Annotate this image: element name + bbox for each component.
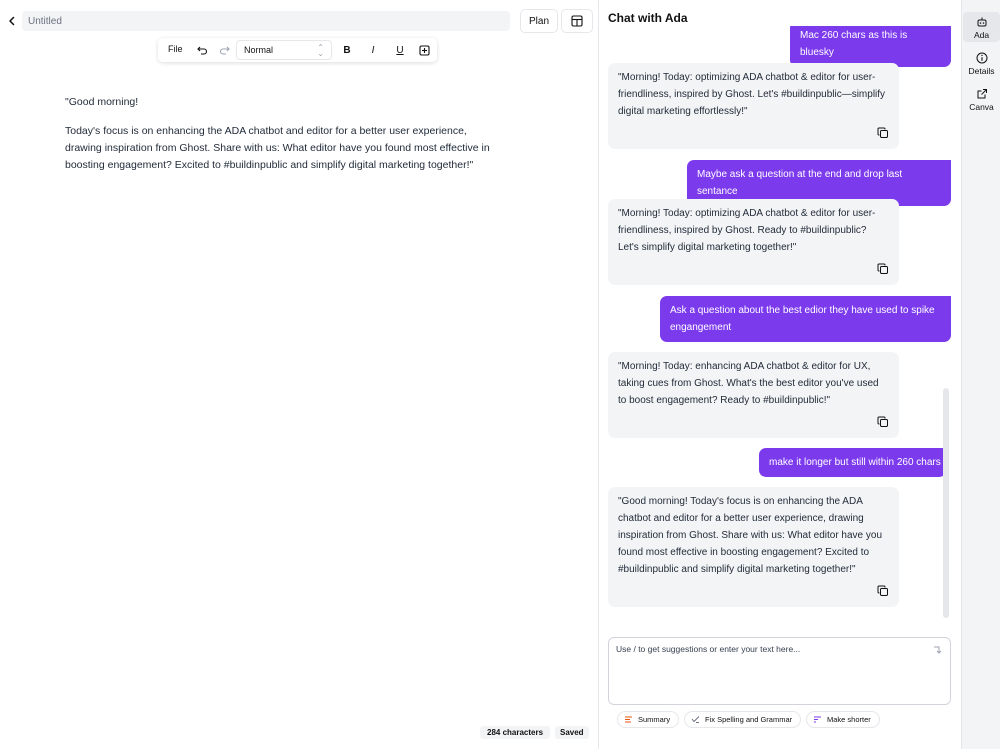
rail-label: Canva	[969, 102, 994, 112]
panel-layout-icon	[571, 15, 583, 27]
rail-label: Details	[968, 66, 995, 76]
select-arrows-icon: ⌃ ⌄	[317, 43, 324, 58]
info-icon	[976, 52, 987, 64]
fix-spelling-chip[interactable]: Fix Spelling and Grammar	[684, 711, 802, 728]
copy-icon[interactable]	[877, 127, 889, 139]
back-button[interactable]	[4, 13, 20, 29]
send-icon[interactable]	[932, 645, 942, 655]
rail-item-details[interactable]: Details	[963, 48, 1000, 78]
rail-label: Ada	[973, 30, 990, 40]
make-shorter-chip[interactable]: Make shorter	[806, 711, 880, 728]
summary-chip[interactable]: Summary	[617, 711, 680, 728]
character-count-badge: 284 characters	[480, 726, 551, 739]
document-paragraph[interactable]: Today's focus is on enhancing the ADA ch…	[65, 123, 495, 174]
assistant-message-text: "Good morning! Today's focus is on enhan…	[618, 496, 883, 575]
italic-button[interactable]: I	[366, 43, 380, 57]
chip-label: Make shorter	[827, 715, 871, 724]
copy-icon[interactable]	[877, 263, 889, 275]
insert-block-icon	[418, 44, 430, 56]
chat-input-box	[608, 637, 951, 705]
assistant-message-text: "Morning! Today: optimizing ADA chatbot …	[618, 208, 876, 253]
assistant-message: "Morning! Today: optimizing ADA chatbot …	[608, 199, 899, 285]
assistant-message-text: "Morning! Today: enhancing ADA chatbot &…	[618, 361, 879, 406]
list-icon	[624, 715, 633, 724]
user-message: make it longer but still within 260 char…	[759, 448, 946, 477]
rail-item-canva[interactable]: Canva	[963, 84, 1000, 114]
bold-button[interactable]: B	[340, 43, 354, 57]
insert-block-button[interactable]	[417, 43, 431, 57]
document-title-input[interactable]	[22, 11, 510, 31]
copy-icon[interactable]	[877, 416, 889, 428]
underline-icon: U	[396, 44, 404, 56]
chip-label: Summary	[638, 715, 671, 724]
assistant-message: "Morning! Today: enhancing ADA chatbot &…	[608, 352, 899, 438]
chat-input[interactable]	[616, 644, 926, 698]
toggle-panel-button[interactable]	[561, 9, 593, 33]
document-paragraph[interactable]: "Good morning!	[65, 94, 495, 111]
robot-icon	[977, 17, 986, 27]
undo-icon	[196, 46, 207, 55]
chat-message-list[interactable]: Mac 260 chars as this is bluesky "Mornin…	[599, 26, 961, 621]
chevron-left-icon	[9, 16, 15, 26]
save-status-badge: Saved	[555, 726, 589, 739]
chat-title: Chat with Ada	[608, 11, 688, 25]
redo-icon	[219, 46, 230, 55]
copy-icon[interactable]	[877, 585, 889, 597]
redo-button[interactable]	[217, 43, 231, 57]
chip-label: Fix Spelling and Grammar	[705, 715, 793, 724]
assistant-message-text: "Morning! Today: optimizing ADA chatbot …	[618, 72, 886, 117]
chat-scrollbar[interactable]	[943, 388, 949, 618]
text-style-value: Normal	[244, 45, 274, 55]
external-link-icon	[977, 89, 987, 99]
plan-button[interactable]: Plan	[520, 9, 558, 33]
italic-icon: I	[371, 44, 375, 56]
right-rail: Ada Details Canva	[961, 0, 1000, 749]
user-message: Ask a question about the best edior they…	[660, 296, 951, 342]
rail-item-ada[interactable]: Ada	[963, 12, 1000, 42]
undo-button[interactable]	[195, 43, 209, 57]
text-style-select[interactable]: Normal ⌃ ⌄	[236, 40, 332, 60]
magic-wand-icon	[691, 715, 700, 724]
assistant-message: "Good morning! Today's focus is on enhan…	[608, 487, 899, 607]
formatting-toolbar: File Normal ⌃ ⌄ B I U	[158, 38, 437, 62]
assistant-message: "Morning! Today: optimizing ADA chatbot …	[608, 63, 899, 149]
file-menu[interactable]: File	[168, 44, 183, 54]
underline-button[interactable]: U	[393, 43, 407, 57]
bold-icon: B	[343, 44, 351, 56]
editor-pane: Plan File Normal ⌃⌄ B I U "Good morning!…	[0, 0, 598, 749]
chat-pane: Chat with Ada Mac 260 chars as this is b…	[599, 0, 961, 749]
shorten-icon	[813, 715, 822, 724]
user-message: Mac 260 chars as this is bluesky	[790, 26, 951, 67]
